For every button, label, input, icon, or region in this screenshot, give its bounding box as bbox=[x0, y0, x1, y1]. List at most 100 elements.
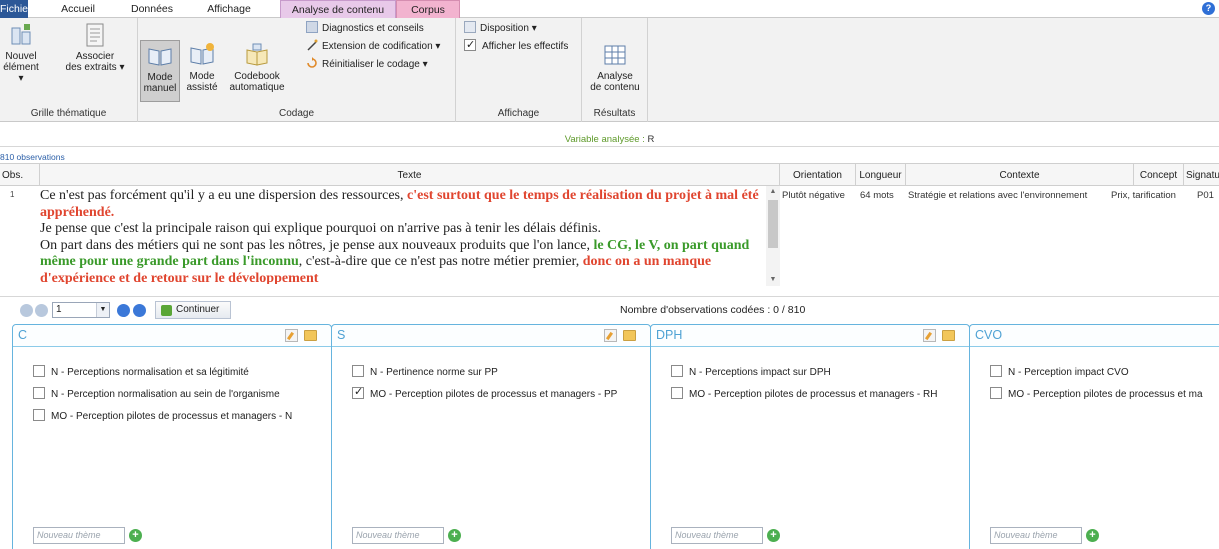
reinitialiser-codage-button[interactable]: Réinitialiser le codage ▾ bbox=[306, 57, 428, 73]
diagnostics-button[interactable]: Diagnostics et conseils bbox=[306, 21, 424, 37]
theme-label: N - Perception normalisation au sein de … bbox=[51, 389, 280, 400]
new-theme-input[interactable]: Nouveau thème bbox=[671, 527, 763, 544]
reinitialiser-label: Réinitialiser le codage ▾ bbox=[322, 59, 428, 70]
theme-item[interactable]: N - Pertinence norme sur PP bbox=[352, 365, 498, 379]
new-theme-input[interactable]: Nouveau thème bbox=[990, 527, 1082, 544]
help-icon[interactable]: ? bbox=[1202, 2, 1215, 15]
theme-checkbox[interactable] bbox=[671, 365, 683, 377]
theme-item[interactable]: MO - Perception pilotes de processus et … bbox=[671, 387, 937, 401]
add-theme-icon[interactable]: + bbox=[1086, 529, 1099, 542]
continuer-label: Continuer bbox=[176, 304, 220, 315]
column-header-concept[interactable]: Concept bbox=[1134, 164, 1184, 187]
new-theme-input[interactable]: Nouveau thème bbox=[352, 527, 444, 544]
column-header-texte[interactable]: Texte bbox=[40, 164, 780, 187]
pencil-icon[interactable] bbox=[923, 329, 936, 342]
afficher-effectifs-checkbox[interactable] bbox=[464, 37, 476, 53]
folder-icon[interactable] bbox=[623, 330, 636, 341]
associer-extraits-button[interactable]: Associer des extraits ▾ bbox=[58, 22, 132, 73]
cell-longueur: 64 mots bbox=[860, 190, 894, 201]
folder-icon[interactable] bbox=[942, 330, 955, 341]
observation-number-input[interactable]: 1 ▼ bbox=[52, 302, 110, 318]
theme-label: N - Perceptions normalisation et sa légi… bbox=[51, 367, 249, 378]
add-theme-icon[interactable]: + bbox=[448, 529, 461, 542]
analyse-de-contenu-button[interactable]: Analyse de contenu bbox=[586, 42, 644, 93]
theme-label: N - Perceptions impact sur DPH bbox=[689, 367, 831, 378]
theme-item[interactable]: MO - Perception pilotes de processus et … bbox=[990, 387, 1203, 401]
theme-item[interactable]: MO - Perception pilotes de processus et … bbox=[352, 385, 618, 401]
tab-accueil[interactable]: Accueil bbox=[56, 0, 100, 18]
group-affichage: Disposition ▾ Afficher les effectifs Aff… bbox=[456, 18, 582, 122]
continuer-button[interactable]: Continuer bbox=[155, 301, 231, 319]
extension-codification-button[interactable]: Extension de codification ▾ bbox=[306, 39, 440, 55]
group-label-resultats: Résultats bbox=[593, 108, 636, 119]
table-row[interactable]: 1 Ce n'est pas forcément qu'il y a eu un… bbox=[0, 186, 1219, 286]
text-scrollbar[interactable]: ▲ ▼ bbox=[766, 186, 780, 286]
new-theme-input[interactable]: Nouveau thème bbox=[33, 527, 125, 544]
column-header-orientation[interactable]: Orientation bbox=[780, 164, 856, 187]
previous-observation-icon[interactable] bbox=[35, 304, 48, 317]
text-segment: Ce n'est pas forcément qu'il y a eu une … bbox=[40, 188, 408, 203]
theme-checkbox[interactable] bbox=[671, 387, 683, 399]
theme-label: MO - Perception pilotes de processus et … bbox=[370, 389, 618, 400]
theme-checkbox[interactable] bbox=[33, 387, 45, 399]
pencil-icon[interactable] bbox=[285, 329, 298, 342]
layout-icon bbox=[464, 21, 476, 33]
theme-panel-dph: DPH N - Perceptions impact sur DPH MO - … bbox=[650, 324, 970, 549]
tab-fichier[interactable]: Fichier bbox=[0, 0, 32, 18]
column-header-obs[interactable]: Obs. bbox=[0, 164, 40, 187]
wand-icon bbox=[306, 39, 318, 51]
first-observation-icon[interactable] bbox=[20, 304, 33, 317]
mode-assiste-button[interactable]: Mode assisté bbox=[184, 42, 220, 93]
column-header-signature[interactable]: Signatu bbox=[1184, 164, 1219, 187]
scroll-down-icon[interactable]: ▼ bbox=[766, 274, 780, 286]
reset-icon bbox=[306, 57, 318, 69]
mode-manuel-button[interactable]: Mode manuel bbox=[140, 40, 180, 102]
theme-checkbox[interactable] bbox=[990, 365, 1002, 377]
tab-analyse-de-contenu[interactable]: Analyse de contenu bbox=[280, 0, 396, 18]
theme-label: MO - Perception pilotes de processus et … bbox=[689, 389, 938, 400]
diagnostics-icon bbox=[306, 21, 318, 33]
last-observation-icon[interactable] bbox=[133, 304, 146, 317]
extension-label: Extension de codification ▾ bbox=[322, 41, 441, 52]
codebook-icon bbox=[246, 43, 268, 66]
nouvel-element-button[interactable]: Nouvel élément ▾ bbox=[0, 22, 42, 84]
afficher-effectifs-toggle[interactable]: Afficher les effectifs bbox=[464, 37, 568, 55]
folder-icon[interactable] bbox=[304, 330, 317, 341]
tab-corpus[interactable]: Corpus bbox=[396, 0, 460, 18]
variable-value: R bbox=[647, 134, 655, 145]
scrollbar-thumb[interactable] bbox=[768, 200, 778, 248]
analyse-label-1: Analyse bbox=[597, 71, 633, 82]
theme-checkbox[interactable] bbox=[33, 365, 45, 377]
theme-item[interactable]: N - Perceptions impact sur DPH bbox=[671, 365, 831, 379]
theme-checkbox[interactable] bbox=[990, 387, 1002, 399]
add-theme-icon[interactable]: + bbox=[767, 529, 780, 542]
theme-item[interactable]: MO - Perception pilotes de processus et … bbox=[33, 409, 292, 423]
theme-item[interactable]: N - Perception impact CVO bbox=[990, 365, 1129, 379]
panel-title: S bbox=[337, 328, 346, 342]
coded-observations-count: Nombre d'observations codées : 0 / 810 bbox=[620, 304, 806, 316]
next-observation-icon[interactable] bbox=[117, 304, 130, 317]
observation-text[interactable]: Ce n'est pas forcément qu'il y a eu une … bbox=[40, 188, 766, 284]
text-segment: On part dans des métiers qui ne sont pas… bbox=[40, 237, 594, 253]
chevron-down-icon[interactable]: ▼ bbox=[96, 303, 109, 317]
document-list-icon bbox=[86, 23, 104, 47]
observation-number-value: 1 bbox=[56, 304, 62, 315]
scroll-up-icon[interactable]: ▲ bbox=[766, 186, 780, 198]
associer-label-1: Associer bbox=[75, 51, 115, 62]
theme-checkbox[interactable] bbox=[33, 409, 45, 421]
column-header-contexte[interactable]: Contexte bbox=[906, 164, 1134, 187]
disposition-button[interactable]: Disposition ▾ bbox=[464, 21, 537, 37]
theme-item[interactable]: N - Perception normalisation au sein de … bbox=[33, 387, 280, 401]
codebook-automatique-button[interactable]: Codebook automatique bbox=[226, 42, 288, 93]
tab-donnees[interactable]: Données bbox=[126, 0, 178, 18]
group-label-affichage: Affichage bbox=[497, 108, 540, 119]
tab-affichage[interactable]: Affichage bbox=[200, 0, 258, 18]
theme-checkbox-checked[interactable] bbox=[352, 385, 364, 399]
theme-label: MO - Perception pilotes de processus et … bbox=[1008, 389, 1203, 400]
theme-label: N - Pertinence norme sur PP bbox=[370, 367, 498, 378]
pencil-icon[interactable] bbox=[604, 329, 617, 342]
column-header-longueur[interactable]: Longueur bbox=[856, 164, 906, 187]
add-theme-icon[interactable]: + bbox=[129, 529, 142, 542]
theme-checkbox[interactable] bbox=[352, 365, 364, 377]
theme-item[interactable]: N - Perceptions normalisation et sa légi… bbox=[33, 365, 249, 379]
